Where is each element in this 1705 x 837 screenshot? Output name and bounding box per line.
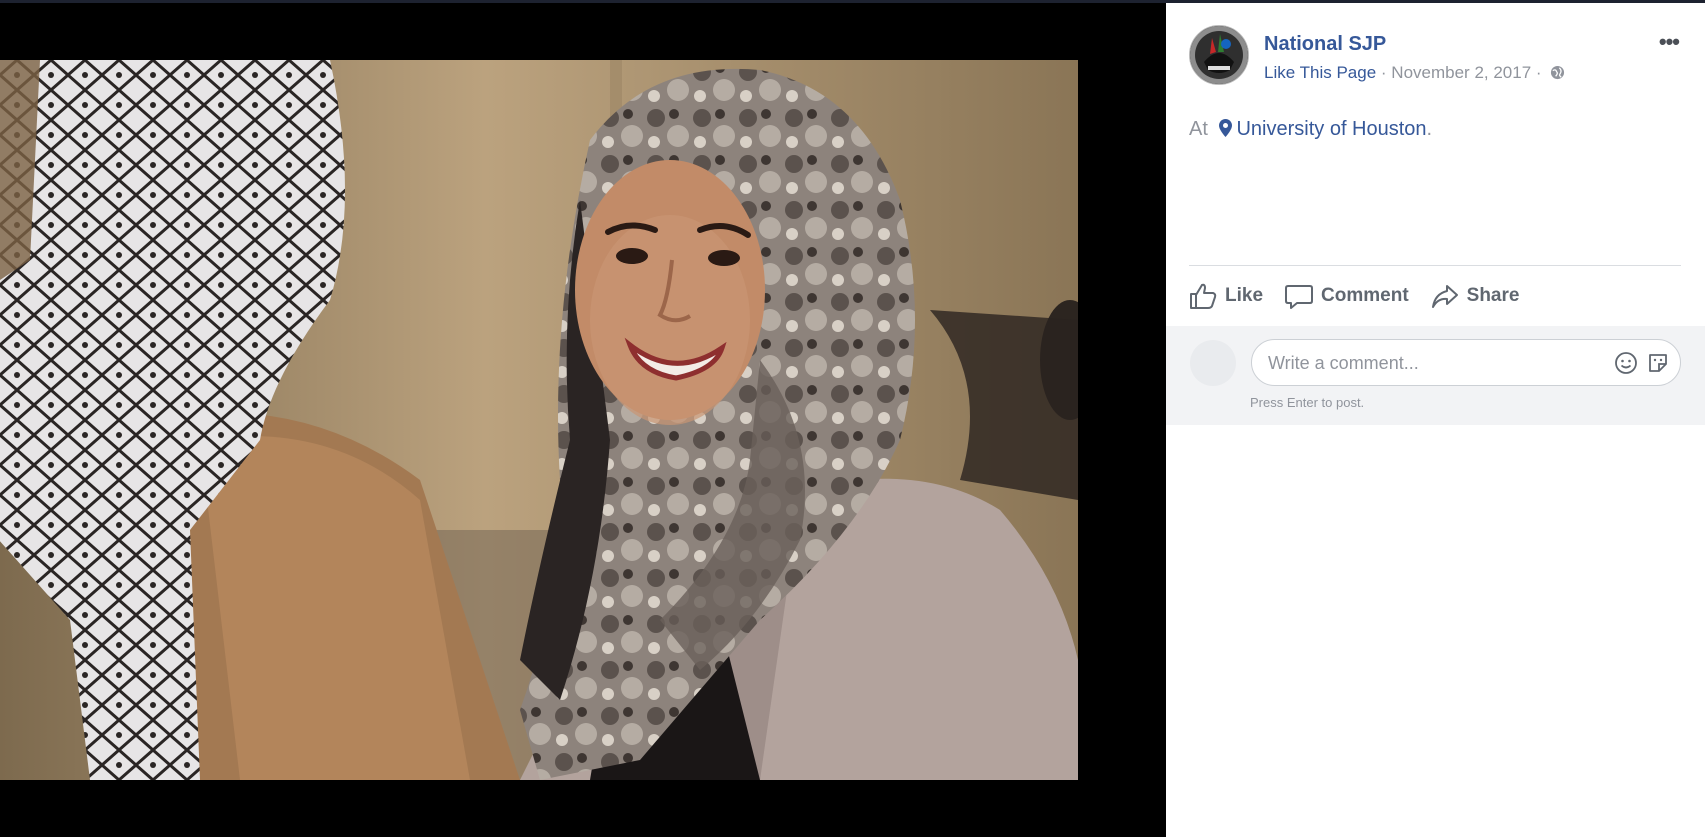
comment-box[interactable] [1251,339,1681,387]
thumbs-up-icon [1190,283,1217,309]
photo-viewer[interactable] [0,0,1166,837]
sticker-icon[interactable] [1646,351,1670,380]
post-location: At University of Houston. [1189,118,1432,143]
share-arrow-icon [1431,285,1458,308]
location-link[interactable]: University of Houston [1236,118,1426,140]
more-options-icon[interactable]: ••• [1659,31,1680,53]
share-label: Share [1466,285,1520,306]
globe-icon [1550,65,1565,85]
map-pin-icon [1219,119,1233,143]
press-enter-hint: Press Enter to post. [1250,395,1365,410]
post-header: National SJP Like This Page · November 2… [1189,25,1685,87]
photo-theater: National SJP Like This Page · November 2… [0,0,1705,837]
comment-button[interactable]: Comment [1285,282,1409,310]
post-details-panel: National SJP Like This Page · November 2… [1166,0,1705,837]
meta-separator: · [1535,63,1542,82]
location-prefix: At [1189,118,1208,140]
like-page-link[interactable]: Like This Page [1264,63,1376,82]
emoji-icon[interactable] [1614,351,1638,380]
like-button[interactable]: Like [1189,282,1263,310]
comment-composer: Press Enter to post. [1166,326,1705,425]
comment-label: Comment [1321,285,1409,306]
like-label: Like [1225,285,1264,306]
comment-input[interactable] [1266,340,1600,387]
meta-separator: · [1380,63,1387,82]
speech-bubble-icon [1285,285,1314,309]
share-button[interactable]: Share [1431,282,1520,310]
page-avatar[interactable] [1189,25,1249,85]
post-date[interactable]: November 2, 2017 [1391,63,1531,82]
post-photo[interactable] [0,60,1078,780]
user-avatar [1190,340,1236,386]
viewer-top-strip [0,0,1166,3]
post-meta: Like This Page · November 2, 2017 · [1264,63,1565,85]
action-divider [1189,265,1681,266]
page-name-link[interactable]: National SJP [1264,33,1386,56]
location-suffix: . [1426,118,1433,140]
post-actions: Like Comment Share [1189,279,1541,313]
